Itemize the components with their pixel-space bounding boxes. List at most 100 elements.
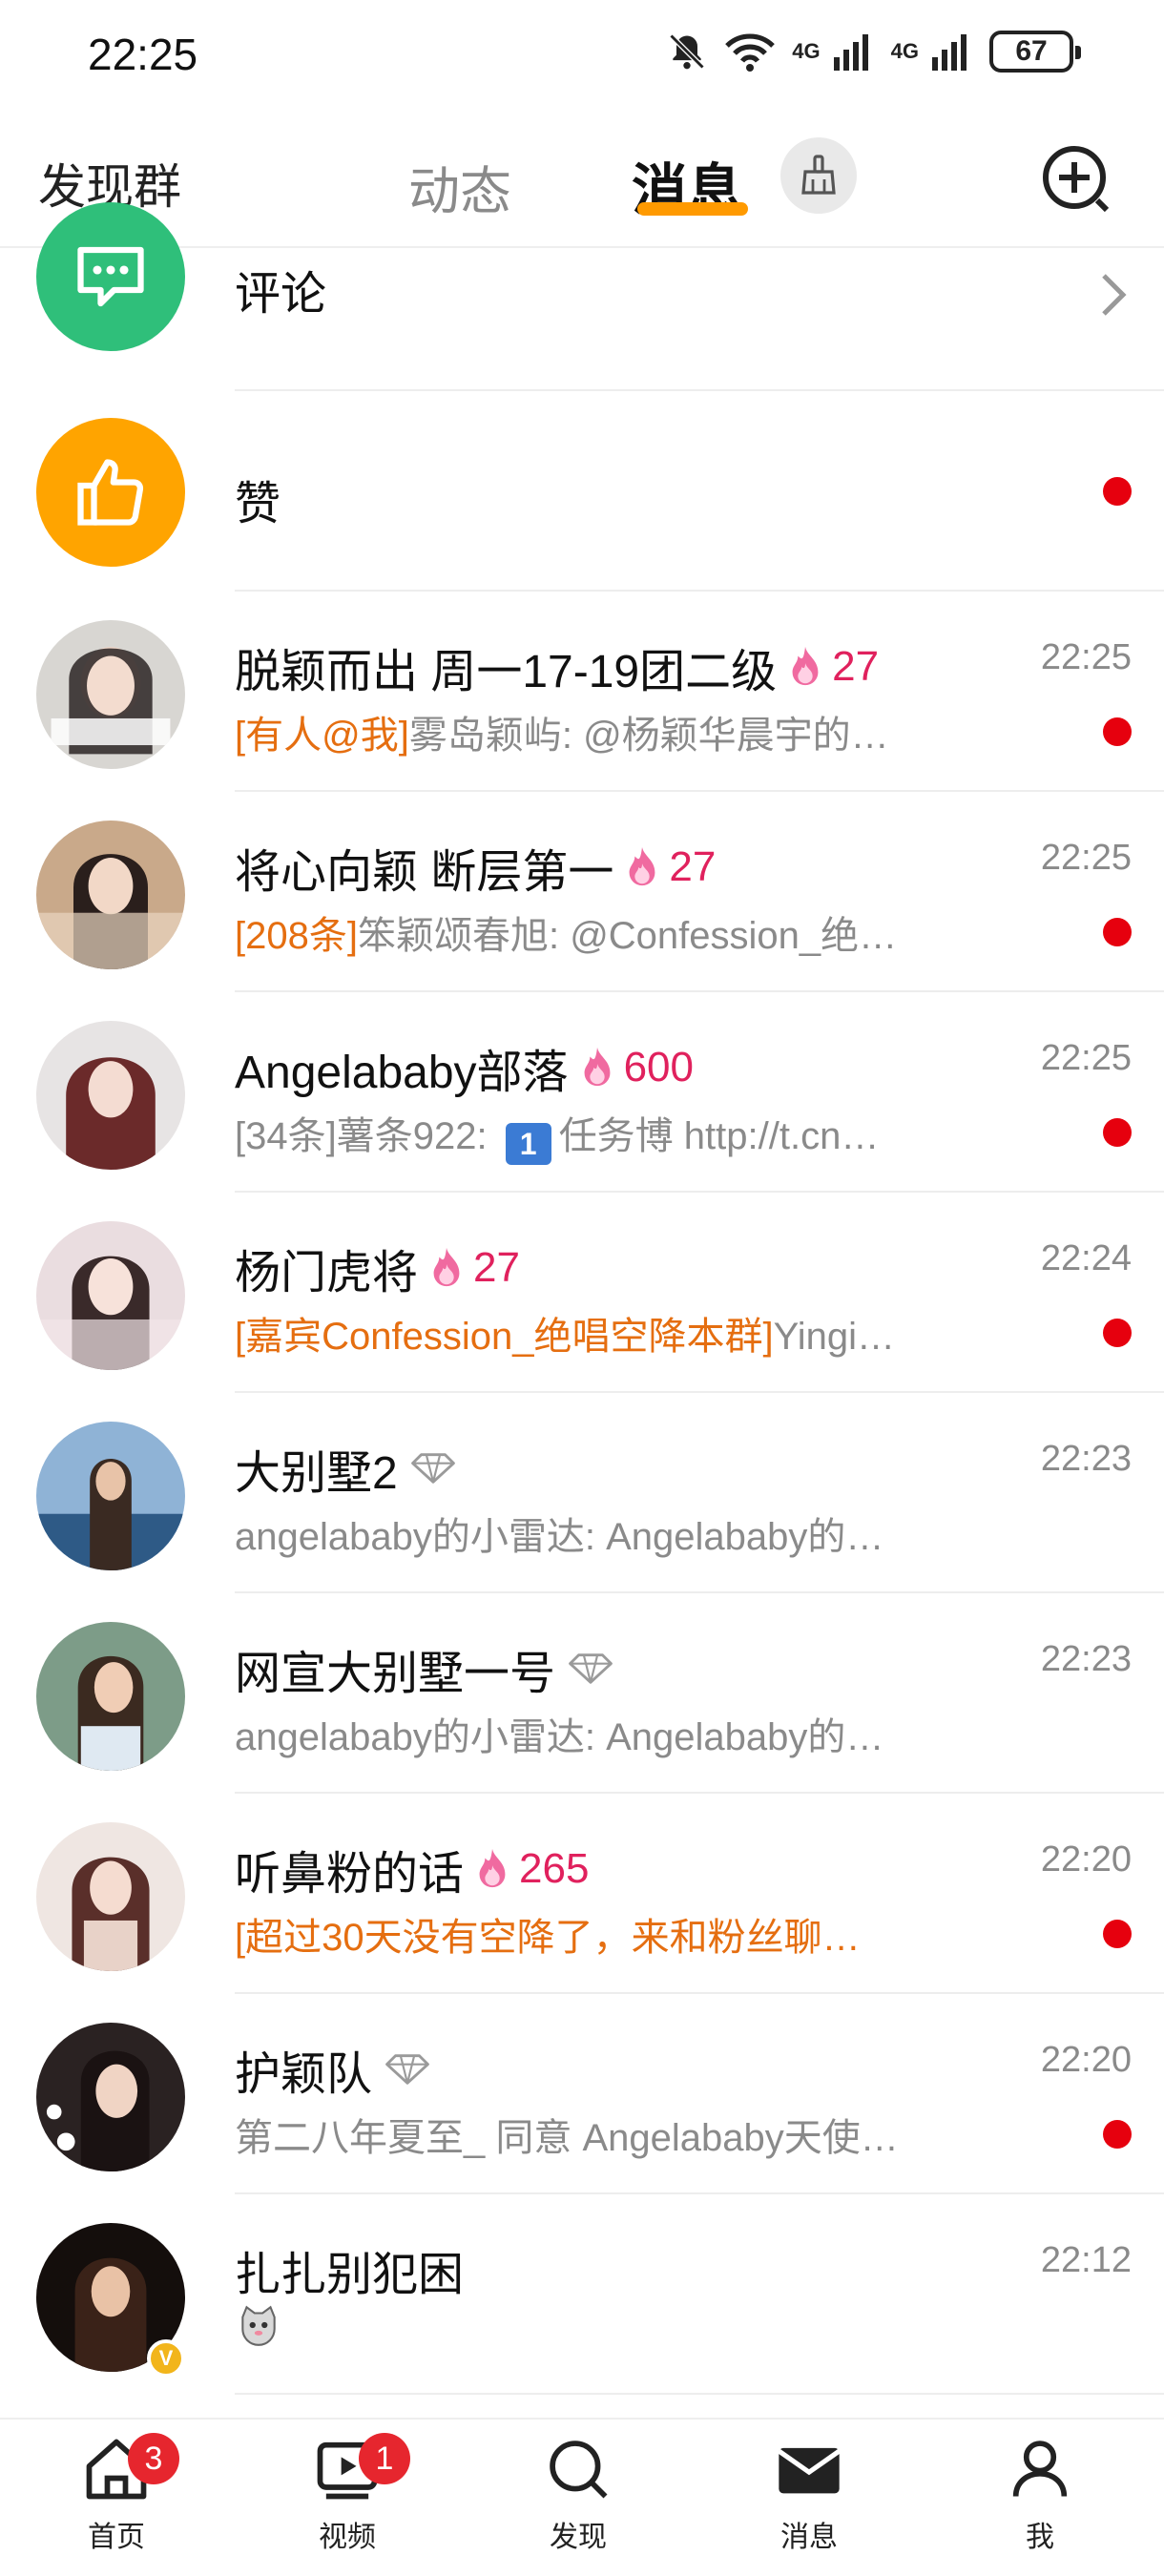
chat-name: 扎扎别犯困: [235, 2236, 464, 2303]
chat-name: 脱颖而出 周一17-19团二级 27: [235, 634, 879, 700]
battery-level: 67: [1015, 35, 1048, 67]
group-avatar: [36, 1422, 185, 1570]
nav-label: 发现: [550, 2522, 607, 2553]
network-label-1: 4G: [792, 39, 821, 63]
nav-label: 首页: [88, 2522, 145, 2553]
chat-preview: [34条]薯条922: 1 任务博 http://t.cn…: [235, 1105, 998, 1165]
nav-discover[interactable]: 发现: [502, 2433, 655, 2576]
active-tab-indicator: [637, 202, 748, 216]
comments-row[interactable]: 评论: [0, 202, 1164, 391]
group-avatar: [36, 2023, 185, 2171]
unread-dot: [1103, 477, 1132, 506]
chat-row[interactable]: 网宣大别墅一号 22:23 angelababy的小雷达: Angelababy…: [0, 1593, 1164, 1794]
chat-name-text: Angelababy部落: [235, 1048, 569, 1098]
preview-text: 笨颖颂春旭: @Confession_绝…: [357, 915, 898, 957]
chat-name: Angelababy部落 600: [235, 1034, 694, 1101]
nav-profile[interactable]: 我: [964, 2433, 1116, 2576]
preview-text: [34条]薯条922:: [235, 1115, 498, 1157]
chat-row[interactable]: 大别墅2 22:23 angelababy的小雷达: Angelababy的…: [0, 1393, 1164, 1593]
chat-time: 22:25: [1040, 637, 1132, 677]
likes-row[interactable]: 赞: [0, 391, 1164, 592]
preview-text: angelababy的小雷达: Angelababy的…: [235, 1716, 884, 1758]
comments-label: 评论: [235, 269, 327, 320]
group-heat-count: 265: [519, 1845, 590, 1892]
chat-name: 将心向颖 断层第一 27: [235, 834, 716, 901]
preview-text: 雾岛颖屿: @杨颖华晨宇的…: [408, 715, 889, 757]
group-avatar: [36, 1822, 185, 1971]
status-icons: 4G 4G 67: [666, 31, 1081, 73]
preview-highlight: [超过30天没有空降了，来和粉丝聊…: [235, 1917, 861, 1959]
unread-dot: [1103, 1118, 1132, 1147]
comment-icon-circle: [36, 202, 185, 351]
fire-icon: [792, 646, 819, 686]
group-heat-count: 27: [473, 1244, 520, 1291]
status-time: 22:25: [88, 30, 198, 79]
group-heat-count: 27: [832, 643, 880, 690]
chat-row[interactable]: Angelababy部落 600 22:25 [34条]薯条922: 1 任务博 …: [0, 992, 1164, 1193]
bottom-nav: 3 首页 1 视频 发现 消息 我: [0, 2418, 1164, 2576]
unread-dot: [1103, 918, 1132, 946]
preview-highlight: [208条]: [235, 915, 358, 957]
fire-icon: [584, 1047, 610, 1087]
diamond-icon: [385, 2054, 429, 2085]
fire-icon: [433, 1247, 460, 1287]
group-heat-count: 600: [623, 1044, 694, 1091]
chat-time: 22:25: [1040, 1038, 1132, 1078]
chat-name-text: 杨门虎将: [235, 1248, 419, 1298]
chat-name-text: 脱颖而出 周一17-19团二级: [235, 647, 778, 697]
person-icon: [1012, 2441, 1068, 2497]
chat-time: 22:12: [1040, 2240, 1132, 2280]
diamond-icon: [410, 1453, 455, 1484]
chat-name-text: 大别墅2: [235, 1448, 398, 1499]
chat-preview: angelababy的小雷达: Angelababy的…: [235, 1706, 998, 1761]
chat-name-text: 听鼻粉的话: [235, 1849, 465, 1900]
chat-time: 22:23: [1040, 1639, 1132, 1679]
chat-name-text: 将心向颖 断层第一: [235, 847, 614, 898]
group-avatar: [36, 1622, 185, 1771]
new-chat-plus-icon[interactable]: [1040, 143, 1112, 216]
chat-preview: 第二八年夏至_ 同意 Angelababy天使…: [235, 2107, 998, 2162]
signal-icon: [833, 34, 868, 71]
row-divider: [235, 2393, 1164, 2395]
group-avatar: [36, 1221, 185, 1370]
preview-text: 任务博 http://t.cn…: [558, 1115, 880, 1157]
chat-row[interactable]: 护颖队 22:20 第二八年夏至_ 同意 Angelababy天使…: [0, 1994, 1164, 2194]
chat-preview: [208条]笨颖颂春旭: @Confession_绝…: [235, 904, 998, 960]
chat-row[interactable]: V 扎扎别犯困 22:12: [0, 2194, 1164, 2395]
chat-row[interactable]: 听鼻粉的话 265 22:20 [超过30天没有空降了，来和粉丝聊…: [0, 1794, 1164, 1994]
preview-text: angelababy的小雷达: Angelababy的…: [235, 1516, 884, 1558]
preview-text: 第二八年夏至_ 同意 Angelababy天使…: [235, 2117, 899, 2159]
mute-bell-icon: [669, 33, 705, 70]
chat-name: 杨门虎将 27: [235, 1235, 520, 1301]
unread-dot: [1103, 1920, 1132, 1948]
nav-messages[interactable]: 消息: [733, 2433, 885, 2576]
unread-dot: [1103, 1319, 1132, 1347]
chat-row[interactable]: 杨门虎将 27 22:24 [嘉宾Confession_绝唱空降本群]Yingi…: [0, 1193, 1164, 1393]
clear-unread-button[interactable]: [780, 137, 857, 214]
nav-label: 消息: [780, 2522, 838, 2553]
preview-highlight: [有人@我]: [235, 715, 409, 757]
diamond-icon: [569, 1653, 613, 1684]
search-icon: [550, 2441, 608, 2499]
chat-name-text: 护颖队: [235, 2049, 373, 2100]
video-badge: 1: [359, 2433, 410, 2484]
number-one-badge: 1: [505, 1123, 551, 1165]
chat-time: 22:24: [1040, 1238, 1132, 1278]
signal-icon: [932, 34, 967, 71]
nav-home[interactable]: 3 首页: [40, 2433, 193, 2576]
wifi-icon: [725, 33, 776, 72]
chat-row[interactable]: 脱颖而出 周一17-19团二级 27 22:25 [有人@我]雾岛颖屿: @杨颖…: [0, 592, 1164, 792]
chat-row[interactable]: 将心向颖 断层第一 27 22:25 [208条]笨颖颂春旭: @Confess…: [0, 792, 1164, 992]
likes-label: 赞: [235, 479, 281, 530]
chat-name-text: 扎扎别犯困: [235, 2250, 465, 2300]
thumbs-up-icon-circle: [36, 418, 185, 567]
tab-dynamic[interactable]: 动态: [408, 149, 511, 224]
nav-video[interactable]: 1 视频: [271, 2433, 424, 2576]
battery-indicator: 67: [989, 31, 1081, 73]
chat-preview: angelababy的小雷达: Angelababy的…: [235, 1506, 998, 1561]
top-nav-header: 发现群 动态 消息: [0, 114, 1164, 248]
chat-name: 网宣大别墅一号: [235, 1635, 614, 1702]
fire-icon: [629, 846, 655, 886]
nav-label: 视频: [319, 2522, 376, 2553]
chat-name: 护颖队: [235, 2036, 431, 2103]
